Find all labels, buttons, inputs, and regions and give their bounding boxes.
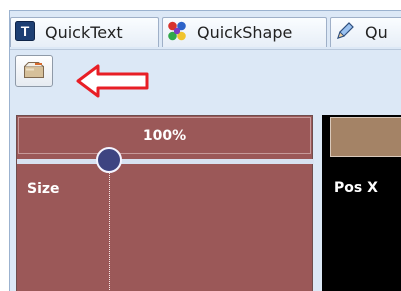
tab-quickshape[interactable]: QuickShape	[162, 17, 327, 47]
slider-guide-line	[109, 172, 110, 291]
pos-x-label: Pos X	[334, 180, 378, 196]
pen-icon	[335, 21, 365, 45]
quicktext-icon: T	[15, 20, 45, 45]
tab-strip: T QuickText QuickShape Qu	[10, 11, 401, 50]
quickshape-icon	[167, 21, 197, 45]
box-icon	[22, 60, 46, 83]
tab-label-qu: Qu	[365, 22, 388, 42]
tab-qu[interactable]: Qu	[330, 17, 401, 47]
size-label: Size	[27, 181, 60, 197]
size-percent-bar[interactable]: 100%	[18, 117, 311, 154]
size-slider-track[interactable]	[17, 159, 314, 164]
tab-label-quicktext: QuickText	[45, 22, 123, 42]
tab-label-quickshape: QuickShape	[197, 22, 293, 42]
app-window: T QuickText QuickShape Qu 100% Size Pos …	[9, 10, 401, 291]
toolbar	[10, 50, 401, 100]
pos-x-header[interactable]	[330, 117, 401, 157]
size-percent-value: 100%	[142, 127, 187, 144]
svg-text:T: T	[21, 23, 30, 39]
panel-area: 100% Size Pos X	[10, 107, 401, 291]
open-box-button[interactable]	[15, 55, 53, 87]
size-panel[interactable]: 100% Size	[16, 115, 314, 291]
tab-quicktext[interactable]: T QuickText	[10, 17, 159, 47]
size-slider-knob[interactable]	[96, 147, 122, 173]
pos-x-panel[interactable]: Pos X	[322, 115, 401, 291]
